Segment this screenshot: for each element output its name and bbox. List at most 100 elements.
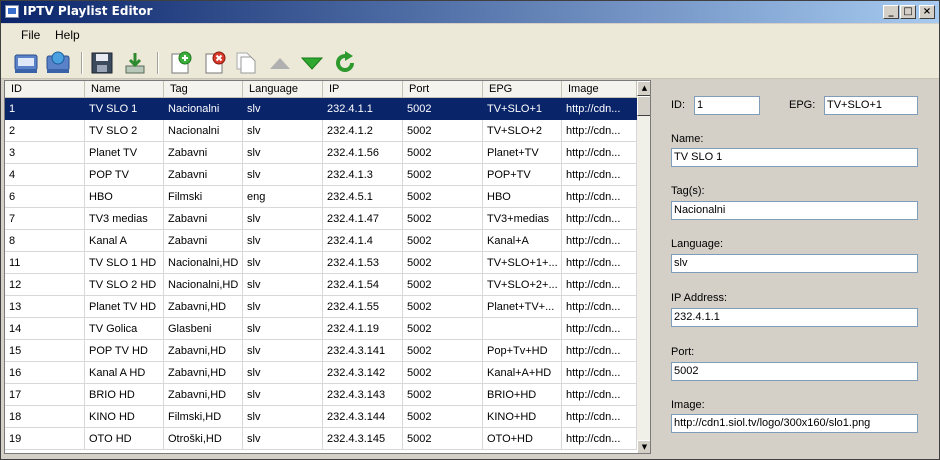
refresh-button[interactable] [332,50,358,76]
table-cell[interactable]: Glasbeni [164,318,243,340]
table-row[interactable]: 19 OTO HD Otroški,HD slv 232.4.3.145 5002 OTO+… [5,428,637,450]
table-cell[interactable]: TV Golica [85,318,164,340]
table-cell[interactable]: TV+SLO+1 [483,98,562,120]
table-cell[interactable]: Zabavni [164,230,243,252]
table-cell[interactable]: slv [243,230,323,252]
table-row[interactable]: 13 Planet TV HD Zabavni,HD slv 232.4.1.55 500… [5,296,637,318]
column-header[interactable]: Tag [164,81,243,98]
table-cell[interactable]: Planet TV HD [85,296,164,318]
table-row[interactable]: 1 TV SLO 1 Nacionalni slv 232.4.1.1 5002 TV+SL… [5,98,637,120]
table-cell[interactable]: 232.4.1.2 [323,120,403,142]
table-cell[interactable]: TV+SLO+2 [483,120,562,142]
table-cell[interactable]: KINO HD [85,406,164,428]
table-cell[interactable]: 232.4.1.55 [323,296,403,318]
table-cell[interactable]: 232.4.1.3 [323,164,403,186]
move-down-button[interactable] [299,50,325,76]
remove-channel-button[interactable] [201,50,227,76]
table-cell[interactable]: slv [243,252,323,274]
table-cell[interactable]: HBO [483,186,562,208]
column-header[interactable]: IP [323,81,403,98]
table-cell[interactable]: 232.4.5.1 [323,186,403,208]
table-cell[interactable]: TV SLO 2 [85,120,164,142]
duplicate-channel-button[interactable] [233,50,259,76]
table-cell[interactable]: Zabavni,HD [164,362,243,384]
column-header[interactable]: Port [403,81,483,98]
table-row[interactable]: 3 Planet TV Zabavni slv 232.4.1.56 5002 Planet… [5,142,637,164]
table-cell[interactable]: 232.4.1.4 [323,230,403,252]
column-header[interactable]: Image [562,81,637,98]
table-cell[interactable]: 232.4.1.53 [323,252,403,274]
table-cell[interactable]: Zabavni,HD [164,296,243,318]
table-row[interactable]: 15 POP TV HD Zabavni,HD slv 232.4.3.141 5002 P… [5,340,637,362]
table-cell[interactable]: 12 [5,274,85,296]
table-cell[interactable]: slv [243,428,323,450]
table-cell[interactable]: 5002 [403,274,483,296]
table-cell[interactable]: http://cdn... [562,428,637,450]
table-cell[interactable]: slv [243,142,323,164]
table-cell[interactable]: http://cdn... [562,406,637,428]
table-cell[interactable]: 232.4.1.56 [323,142,403,164]
table-cell[interactable]: 8 [5,230,85,252]
save-button[interactable] [89,50,115,76]
table-cell[interactable]: 232.4.3.144 [323,406,403,428]
table-row[interactable]: 6 HBO Filmski eng 232.4.5.1 5002 HBO http://cdn… [5,186,637,208]
table-cell[interactable]: 5002 [403,296,483,318]
table-cell[interactable]: slv [243,362,323,384]
table-row[interactable]: 14 TV Golica Glasbeni slv 232.4.1.19 5002 http… [5,318,637,340]
table-row[interactable]: 18 KINO HD Filmski,HD slv 232.4.3.144 5002 KIN… [5,406,637,428]
table-cell[interactable]: http://cdn... [562,120,637,142]
minimize-button[interactable]: _ [883,5,899,19]
table-cell[interactable]: slv [243,318,323,340]
table-cell[interactable]: Nacionalni,HD [164,274,243,296]
table-cell[interactable]: POP TV HD [85,340,164,362]
column-header[interactable]: Name [85,81,164,98]
table-cell[interactable]: Zabavni [164,164,243,186]
channel-grid[interactable]: ID Name Tag Language IP Port EPG Image 1 TV SLO … [4,80,651,454]
table-cell[interactable]: TV+SLO+2+... [483,274,562,296]
menu-help[interactable]: Help [55,28,80,42]
table-cell[interactable]: Planet+TV+... [483,296,562,318]
table-cell[interactable]: 5002 [403,186,483,208]
table-cell[interactable]: 5002 [403,340,483,362]
column-header[interactable]: ID [5,81,85,98]
table-cell[interactable]: 5002 [403,142,483,164]
table-cell[interactable]: slv [243,274,323,296]
table-cell[interactable]: http://cdn... [562,186,637,208]
table-cell[interactable]: Zabavni,HD [164,340,243,362]
table-cell[interactable]: Zabavni [164,208,243,230]
add-channel-button[interactable] [167,50,193,76]
name-field[interactable]: TV SLO 1 [671,148,918,167]
table-cell[interactable]: Kanal+A+HD [483,362,562,384]
export-button[interactable] [122,50,148,76]
table-cell[interactable]: slv [243,120,323,142]
table-cell[interactable]: Kanal+A [483,230,562,252]
table-cell[interactable]: 5002 [403,208,483,230]
open-button[interactable] [13,50,39,76]
maximize-button[interactable]: □ [900,5,916,19]
table-cell[interactable]: 232.4.3.145 [323,428,403,450]
table-cell[interactable]: 13 [5,296,85,318]
table-cell[interactable]: 232.4.1.1 [323,98,403,120]
table-row[interactable]: 11 TV SLO 1 HD Nacionalni,HD slv 232.4.1.53 5… [5,252,637,274]
menu-file[interactable]: File [21,28,40,42]
table-row[interactable]: 12 TV SLO 2 HD Nacionalni,HD slv 232.4.1.54 5… [5,274,637,296]
scroll-thumb[interactable] [637,96,650,116]
table-cell[interactable]: slv [243,406,323,428]
epg-field[interactable]: TV+SLO+1 [824,96,918,115]
table-cell[interactable]: 7 [5,208,85,230]
table-cell[interactable]: Filmski [164,186,243,208]
table-cell[interactable]: Nacionalni [164,98,243,120]
table-cell[interactable]: POP+TV [483,164,562,186]
table-cell[interactable]: http://cdn... [562,318,637,340]
table-cell[interactable]: 5002 [403,406,483,428]
tags-field[interactable]: Nacionalni [671,201,918,220]
table-cell[interactable]: 232.4.3.143 [323,384,403,406]
table-cell[interactable]: 232.4.3.142 [323,362,403,384]
table-cell[interactable]: Kanal A HD [85,362,164,384]
table-cell[interactable]: 14 [5,318,85,340]
column-header[interactable]: EPG [483,81,562,98]
table-cell[interactable]: http://cdn... [562,98,637,120]
move-up-button[interactable] [267,50,293,76]
table-cell[interactable]: Pop+Tv+HD [483,340,562,362]
table-cell[interactable]: BRIO+HD [483,384,562,406]
